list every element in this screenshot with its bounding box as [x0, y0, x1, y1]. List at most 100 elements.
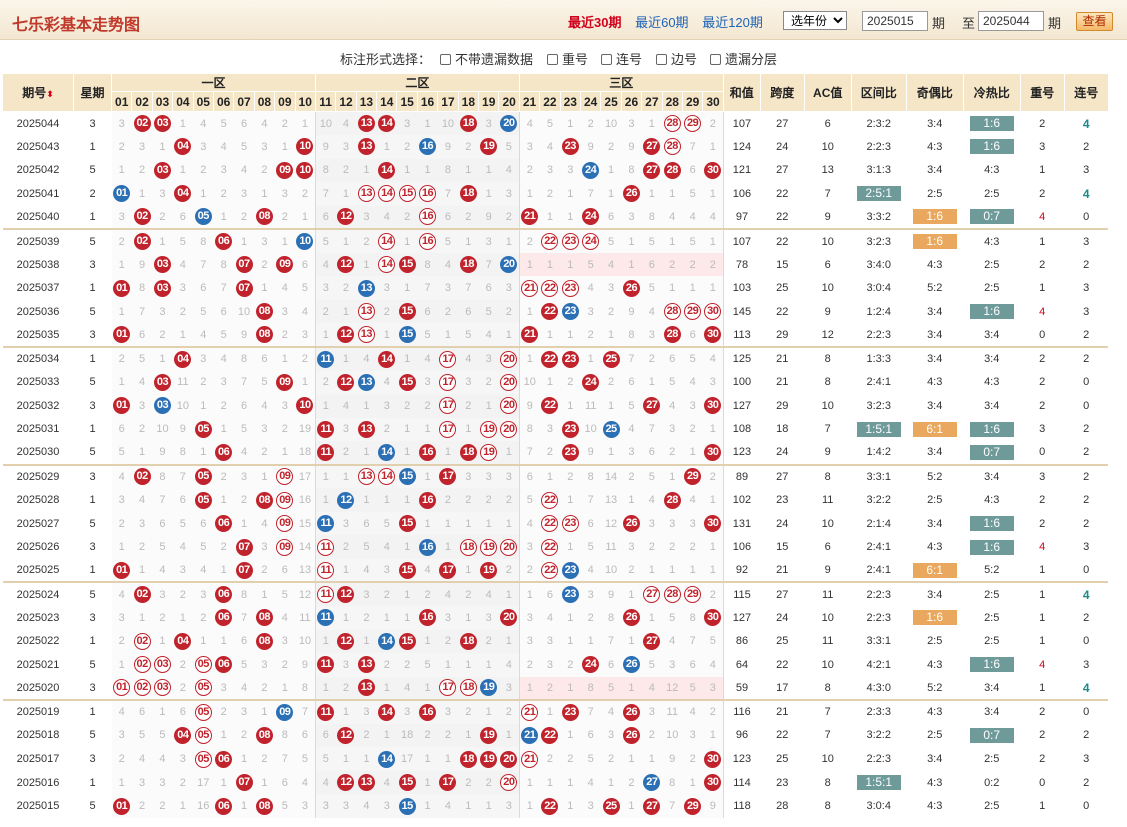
red-ball: 16	[419, 491, 437, 509]
omission-cell: 1	[600, 770, 622, 795]
odd-even-cell: 3:4	[927, 164, 943, 177]
hot-cold-cell: 0:7	[963, 206, 1020, 230]
option-repeat[interactable]: 重号	[547, 49, 588, 68]
omission-cell: 1	[417, 511, 438, 536]
omission-cell: 1	[396, 276, 418, 300]
odd-even-cell: 3:4	[927, 328, 943, 341]
red-ball: 02	[133, 679, 151, 697]
red-ball: 16	[419, 233, 437, 250]
odd-even-cell: 4:3	[927, 140, 943, 153]
omission-cell: 1	[335, 228, 357, 253]
repeat-cell: 2	[1020, 394, 1064, 418]
period-link-120[interactable]: 最近120期	[702, 15, 763, 30]
zone-ratio-cell: 3:0:4	[866, 282, 891, 295]
consecutive-cell: 0	[1064, 206, 1108, 230]
number-cell: 16	[417, 535, 438, 559]
red-ball: 24	[582, 208, 600, 226]
omission-cell: 3	[111, 205, 132, 230]
omission-cell: 1	[518, 676, 540, 701]
blue-ball: 16	[419, 138, 437, 156]
omission-cell: 4	[356, 558, 377, 583]
option-edge[interactable]: 边号	[656, 49, 697, 68]
issue-cell: 2025031	[2, 417, 74, 442]
number-cell: 21	[518, 205, 540, 230]
omission-cell: 2	[437, 723, 459, 748]
period-link-30[interactable]: 最近30期	[568, 15, 621, 30]
checkbox-icon[interactable]	[547, 54, 558, 65]
red-ball: 23	[561, 703, 579, 721]
omission-cell: 1	[233, 511, 255, 536]
omission-cell: 1	[152, 345, 173, 371]
omission-cell: 2	[417, 581, 438, 606]
omission-cell: 8	[172, 441, 194, 465]
repeat-cell: 1	[1020, 559, 1064, 583]
view-button[interactable]: 查看	[1076, 12, 1113, 31]
ratio-badge: 6:1	[912, 562, 957, 578]
repeat-cell-value: 1	[1039, 282, 1046, 295]
sum-cell: 59	[722, 676, 761, 701]
omission-cell: 3	[131, 135, 153, 159]
odd-even-cell: 6:1	[906, 418, 963, 442]
number-header: 01	[110, 91, 133, 112]
repeat-cell-value: 2	[1039, 399, 1046, 412]
omission-cell: 4	[498, 158, 520, 183]
number-header: 28	[661, 91, 683, 112]
blue-ball: 19	[480, 679, 498, 697]
number-cell: 30	[702, 394, 724, 418]
omission-cell: 1	[560, 794, 581, 818]
omission-cell: 1	[376, 135, 397, 159]
omission-cell: 2	[295, 182, 316, 206]
number-cell: 21	[518, 699, 540, 724]
red-ball: 22	[541, 350, 559, 368]
number-cell: 23	[560, 558, 581, 583]
range-from-input[interactable]: 2025015	[862, 11, 928, 31]
red-ball: 15	[398, 256, 416, 274]
period-link-60[interactable]: 最近60期	[635, 15, 688, 30]
table-row: 2025036 5 1 7 3 2 5 6 10 08 3 4 2 1 13 2 15 6 2 6 5 2 1 22 23 3 2 9…	[2, 299, 1109, 324]
repeat-cell: 3	[1020, 135, 1064, 159]
number-cell: 28	[662, 299, 683, 324]
range-to-input[interactable]: 2025044	[978, 11, 1044, 31]
omission-cell: 3	[621, 205, 642, 230]
consecutive-cell: 0	[1064, 371, 1108, 395]
number-cell: 03	[152, 111, 173, 136]
option-consecutive[interactable]: 连号	[601, 49, 642, 68]
span-cell: 23	[776, 776, 789, 789]
omission-cell: 4	[437, 794, 459, 818]
omission-cell: 9	[152, 441, 173, 465]
omission-cell: 7	[314, 182, 336, 206]
number-cell: 19	[478, 441, 499, 465]
consecutive-cell-value: 2	[1083, 470, 1090, 483]
red-ball: 03	[153, 161, 171, 179]
number-cell: 12	[335, 252, 357, 277]
ratio-badge: 1:6	[969, 116, 1014, 132]
table-row: 2025034 1 2 5 1 04 3 4 8 6 1 2 11 1 4 14 1 4 17 4 3 20 1 22 23 1 2…	[2, 345, 1109, 371]
omission-cell: 4	[641, 676, 663, 701]
number-cell: 13	[356, 182, 377, 206]
repeat-cell-value: 2	[1039, 517, 1046, 530]
omission-cell: 1	[417, 770, 438, 795]
year-select[interactable]: 选年份	[783, 11, 847, 30]
omission-cell: 2	[356, 605, 377, 630]
omission-cell: 1	[518, 182, 540, 206]
sort-icon[interactable]: ⬍	[46, 89, 54, 99]
sum-cell: 97	[722, 205, 761, 230]
checkbox-icon[interactable]	[601, 54, 612, 65]
col-issue[interactable]: 期号⬍	[2, 73, 74, 112]
red-ball: 17	[439, 774, 457, 792]
omission-cell: 4	[539, 135, 561, 159]
col-consecutive: 连号	[1063, 73, 1109, 112]
omission-cell: 1	[560, 605, 581, 630]
red-ball: 02	[133, 586, 151, 604]
red-ball: 23	[561, 138, 579, 156]
omission-cell: 3	[662, 511, 683, 536]
omission-cell: 2	[254, 158, 275, 183]
red-ball: 11	[317, 561, 335, 579]
checkbox-icon[interactable]	[440, 54, 451, 65]
option-layering[interactable]: 遗漏分层	[710, 49, 777, 68]
checkbox-icon[interactable]	[710, 54, 721, 65]
option-no-omission[interactable]: 不带遗漏数据	[440, 49, 533, 68]
checkbox-icon[interactable]	[656, 54, 667, 65]
omission-cell: 1	[641, 182, 663, 206]
repeat-cell: 4	[1020, 300, 1064, 324]
